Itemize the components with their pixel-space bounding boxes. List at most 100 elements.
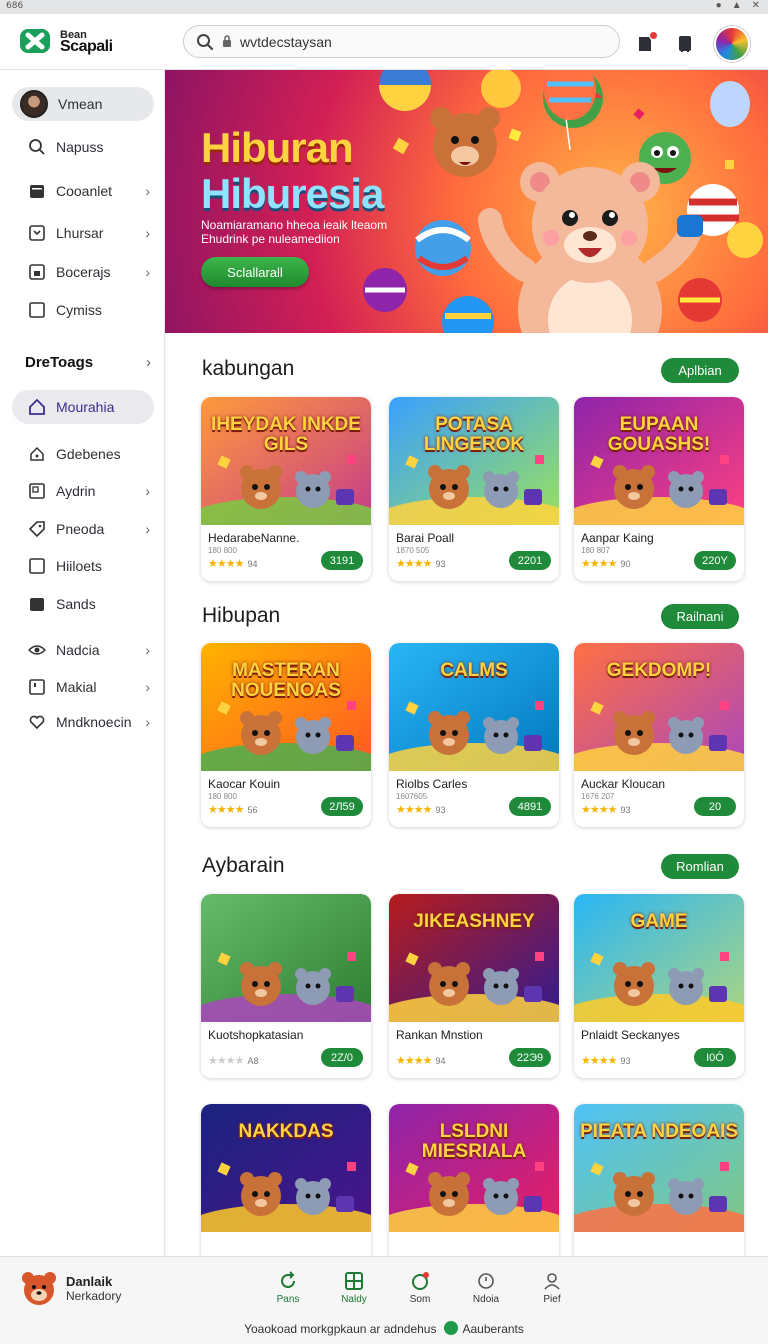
notification-icon[interactable] <box>634 32 657 55</box>
game-card[interactable]: MASTERAN NOUENOAS Kaocar Kouin 180 800 ★… <box>201 643 371 827</box>
tab-ndoia[interactable]: Ndoia <box>453 1271 519 1305</box>
game-thumbnail: NAKKDAS <box>201 1104 371 1232</box>
sidebar-item-label: Pneoda <box>56 521 105 537</box>
sidebar-item-label: Lhursar <box>56 225 104 241</box>
heart-icon <box>29 715 45 730</box>
game-name: Auckar Kloucan <box>581 777 666 791</box>
sidebar-item-mndknoecin[interactable]: Mndknoecin › <box>12 705 154 739</box>
game-card[interactable]: JIKEASHNEY Rankan Mnstion ★★★★ 94 22Э9 <box>389 894 559 1078</box>
tab-label: Naldy <box>341 1294 367 1305</box>
search-bar[interactable] <box>183 25 620 58</box>
rating-stars: ★★★★ 94 <box>396 1055 446 1067</box>
tab-som[interactable]: Som <box>387 1271 453 1305</box>
clock-icon <box>478 1273 494 1289</box>
game-card[interactable]: LSLDNI MIESRIALA <box>389 1104 559 1256</box>
game-card[interactable]: EUPAAN GOUASHS! Aanpar Kaing 180 807 ★★★… <box>574 397 744 581</box>
bottom-brand[interactable]: Danlaik Nerkadory <box>20 1269 121 1307</box>
sidebar-item-mourahia[interactable]: Mourahia <box>12 390 154 424</box>
hero-title-line1: Hiburan <box>201 124 354 171</box>
game-meta: 1676 207 <box>581 792 615 801</box>
image-icon <box>29 483 45 499</box>
price-badge[interactable]: 2Л59 <box>321 797 363 816</box>
game-thumbnail: GAME <box>574 894 744 1022</box>
rating-count: 93 <box>435 559 446 569</box>
game-card[interactable]: POTASA LINGEROK Barai Poall 1870 505 ★★★… <box>389 397 559 581</box>
game-thumbnail: GEKDOMP! <box>574 643 744 771</box>
game-card[interactable]: CALMS Riolbs Carles 1607605 ★★★★ 93 4891 <box>389 643 559 827</box>
home-outline-icon <box>30 446 44 461</box>
bookmark-icon[interactable] <box>674 33 696 55</box>
game-name: Barai Poall <box>396 531 455 545</box>
game-meta: 1607605 <box>396 792 428 801</box>
sidebar-item-hiiloets[interactable]: Hiiloets <box>12 549 154 583</box>
search-icon <box>29 139 45 155</box>
sidebar-item-label: Bocerajs <box>56 264 111 280</box>
folder-icon <box>30 598 44 611</box>
status-bar: 686 ● ▲ ✕ <box>0 0 768 14</box>
sidebar-profile[interactable]: Vmean <box>12 87 154 121</box>
sidebar-item-aydrin[interactable]: Aydrin › <box>12 474 154 508</box>
sidebar-item-cooanlet[interactable]: Cooanlet › <box>12 174 154 208</box>
game-card[interactable]: GEKDOMP! Auckar Kloucan 1676 207 ★★★★ 93 … <box>574 643 744 827</box>
sidebar-item-napuss[interactable]: Napuss <box>12 130 154 164</box>
footer-text-row: Yoaokoad morkgpkaun ar adndehus Aauberan… <box>0 1321 768 1336</box>
sidebar-item-cymiss[interactable]: Cymiss <box>12 293 154 327</box>
rating-stars: ★★★★ A8 <box>208 1055 259 1067</box>
section-title: Aybarain <box>202 854 285 877</box>
price-badge[interactable]: 3191 <box>321 551 363 570</box>
tab-naldy[interactable]: Naldy <box>321 1271 387 1305</box>
game-thumb-title: CALMS <box>440 660 508 681</box>
sidebar-item-label: Cooanlet <box>56 183 113 199</box>
game-meta: 180 800 <box>208 792 237 801</box>
price-badge[interactable]: 2Z/0 <box>321 1048 363 1067</box>
sidebar-item-makial[interactable]: Makial › <box>12 670 154 704</box>
tab-pans[interactable]: Pans <box>255 1271 321 1305</box>
game-card[interactable]: IHEYDAK INKDE GILS HedarabeNanne. 180 80… <box>201 397 371 581</box>
tab-pief[interactable]: Pief <box>519 1271 585 1305</box>
sidebar-item-bocerajs[interactable]: Bocerajs › <box>12 255 154 289</box>
sidebar-item-pneoda[interactable]: Pneoda › <box>12 512 154 546</box>
status-time: 686 <box>6 1 24 11</box>
game-card[interactable]: NAKKDAS <box>201 1104 371 1256</box>
hero-cta-button[interactable]: Sclallarall <box>201 257 309 287</box>
logo-icon <box>18 26 54 56</box>
price-badge[interactable]: 220Y <box>694 551 736 570</box>
rating-stars: ★★★★ 93 <box>396 558 446 570</box>
wifi-icon: ▲ <box>731 0 742 11</box>
price-badge[interactable]: 2201 <box>509 551 551 570</box>
sidebar-section-heading[interactable]: DreToags › <box>25 354 155 371</box>
main-content: kabungan Aplbian Hibupan Railnani Aybara… <box>166 333 768 1256</box>
rating-stars: ★★★★ 93 <box>396 804 446 816</box>
price-badge[interactable]: 20 <box>694 797 736 816</box>
game-name: Riolbs Carles <box>396 777 468 791</box>
game-card[interactable]: Kuotshopkatasian ★★★★ A8 2Z/0 <box>201 894 371 1078</box>
section-action-button[interactable]: Romlian <box>661 854 739 879</box>
chevron-right-icon: › <box>145 183 150 199</box>
chevron-right-icon: › <box>145 679 150 695</box>
user-avatar[interactable] <box>714 26 750 62</box>
game-thumbnail: LSLDNI MIESRIALA <box>389 1104 559 1232</box>
price-badge[interactable]: 22Э9 <box>509 1048 551 1067</box>
game-card[interactable]: GAME Pnlaidt Seckanyes ★★★★ 93 I0Ó <box>574 894 744 1078</box>
sidebar-profile-name: Vmean <box>58 96 103 112</box>
hero-subtitle: Noamiaramano hheoa ieaik lteaom Ehudrink… <box>201 218 388 246</box>
close-icon[interactable]: ✕ <box>752 0 760 11</box>
search-input[interactable] <box>240 33 600 50</box>
game-thumb-title: EUPAAN GOUASHS! <box>607 414 711 455</box>
price-badge[interactable]: I0Ó <box>694 1048 736 1067</box>
sidebar-item-label: Mndknoecin <box>56 714 132 730</box>
sidebar-item-lhursar[interactable]: Lhursar › <box>12 216 154 250</box>
app-logo[interactable]: Bean Scapali <box>18 26 113 56</box>
sidebar-item-sands[interactable]: Sands <box>12 587 154 621</box>
game-card[interactable]: PIEATA NDEOAIS <box>574 1104 744 1256</box>
section-action-button[interactable]: Railnani <box>661 604 739 629</box>
hero-banner[interactable]: Hiburan Hiburesia Noamiaramano hheoa iea… <box>165 70 768 333</box>
section-action-button[interactable]: Aplbian <box>661 358 739 383</box>
footer-link[interactable]: Aauberants <box>463 1322 524 1336</box>
tab-label: Pans <box>276 1294 300 1305</box>
sidebar-item-nadcia[interactable]: Nadcia › <box>12 633 154 667</box>
tray-icon <box>29 264 45 280</box>
price-badge[interactable]: 4891 <box>509 797 551 816</box>
sidebar-item-gdebenes[interactable]: Gdebenes <box>12 437 154 471</box>
app-header: Bean Scapali <box>0 14 768 70</box>
